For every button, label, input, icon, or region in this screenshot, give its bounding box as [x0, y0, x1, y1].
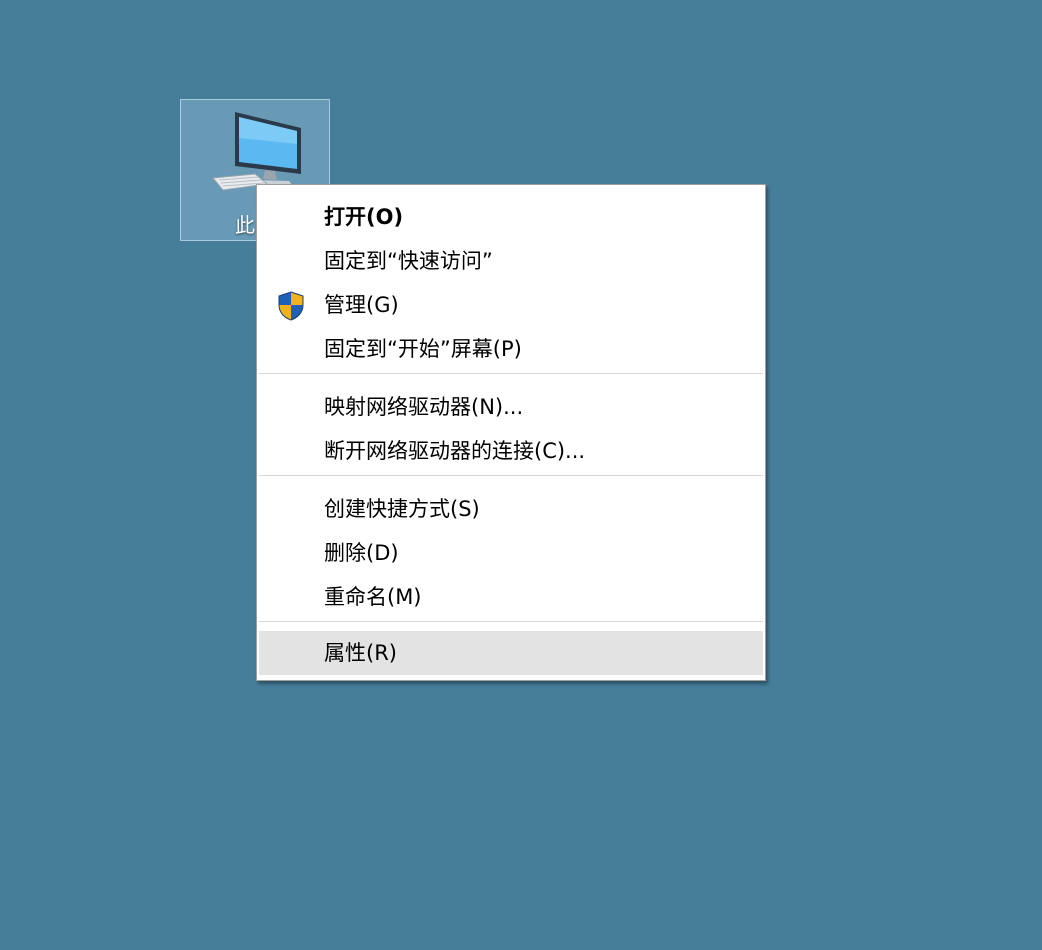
menu-item-open[interactable]: 打开(O) — [259, 195, 763, 239]
menu-separator — [259, 373, 763, 374]
menu-item-create-shortcut-label: 创建快捷方式(S) — [324, 497, 480, 521]
menu-item-manage[interactable]: 管理(G) — [259, 283, 763, 327]
menu-item-open-label: 打开(O) — [324, 205, 404, 229]
menu-separator — [259, 475, 763, 476]
menu-item-pin-start-label: 固定到“开始”屏幕(P) — [324, 337, 522, 361]
menu-item-disconnect-network-drive[interactable]: 断开网络驱动器的连接(C)... — [259, 429, 763, 473]
menu-item-create-shortcut[interactable]: 创建快捷方式(S) — [259, 487, 763, 531]
menu-item-disconnect-network-drive-label: 断开网络驱动器的连接(C)... — [324, 439, 586, 463]
menu-item-properties-label: 属性(R) — [324, 641, 397, 665]
menu-separator — [259, 621, 763, 622]
uac-shield-icon — [278, 291, 304, 321]
desktop[interactable]: 此电 打开(O) 固定到“快速访问” 管理(G) 固定到“开始”屏幕(P) 映射… — [0, 0, 1042, 950]
menu-item-pin-start[interactable]: 固定到“开始”屏幕(P) — [259, 327, 763, 371]
menu-item-delete[interactable]: 删除(D) — [259, 531, 763, 575]
menu-item-pin-quick-access[interactable]: 固定到“快速访问” — [259, 239, 763, 283]
computer-icon — [212, 112, 301, 191]
menu-item-map-network-drive[interactable]: 映射网络驱动器(N)... — [259, 385, 763, 429]
menu-item-properties[interactable]: 属性(R) — [259, 631, 763, 675]
menu-item-map-network-drive-label: 映射网络驱动器(N)... — [324, 395, 524, 419]
menu-item-delete-label: 删除(D) — [324, 541, 399, 565]
menu-item-rename[interactable]: 重命名(M) — [259, 575, 763, 619]
context-menu: 打开(O) 固定到“快速访问” 管理(G) 固定到“开始”屏幕(P) 映射网络驱… — [256, 184, 766, 681]
menu-item-manage-label: 管理(G) — [324, 293, 399, 317]
menu-item-pin-quick-access-label: 固定到“快速访问” — [324, 249, 493, 273]
menu-item-rename-label: 重命名(M) — [324, 585, 422, 609]
